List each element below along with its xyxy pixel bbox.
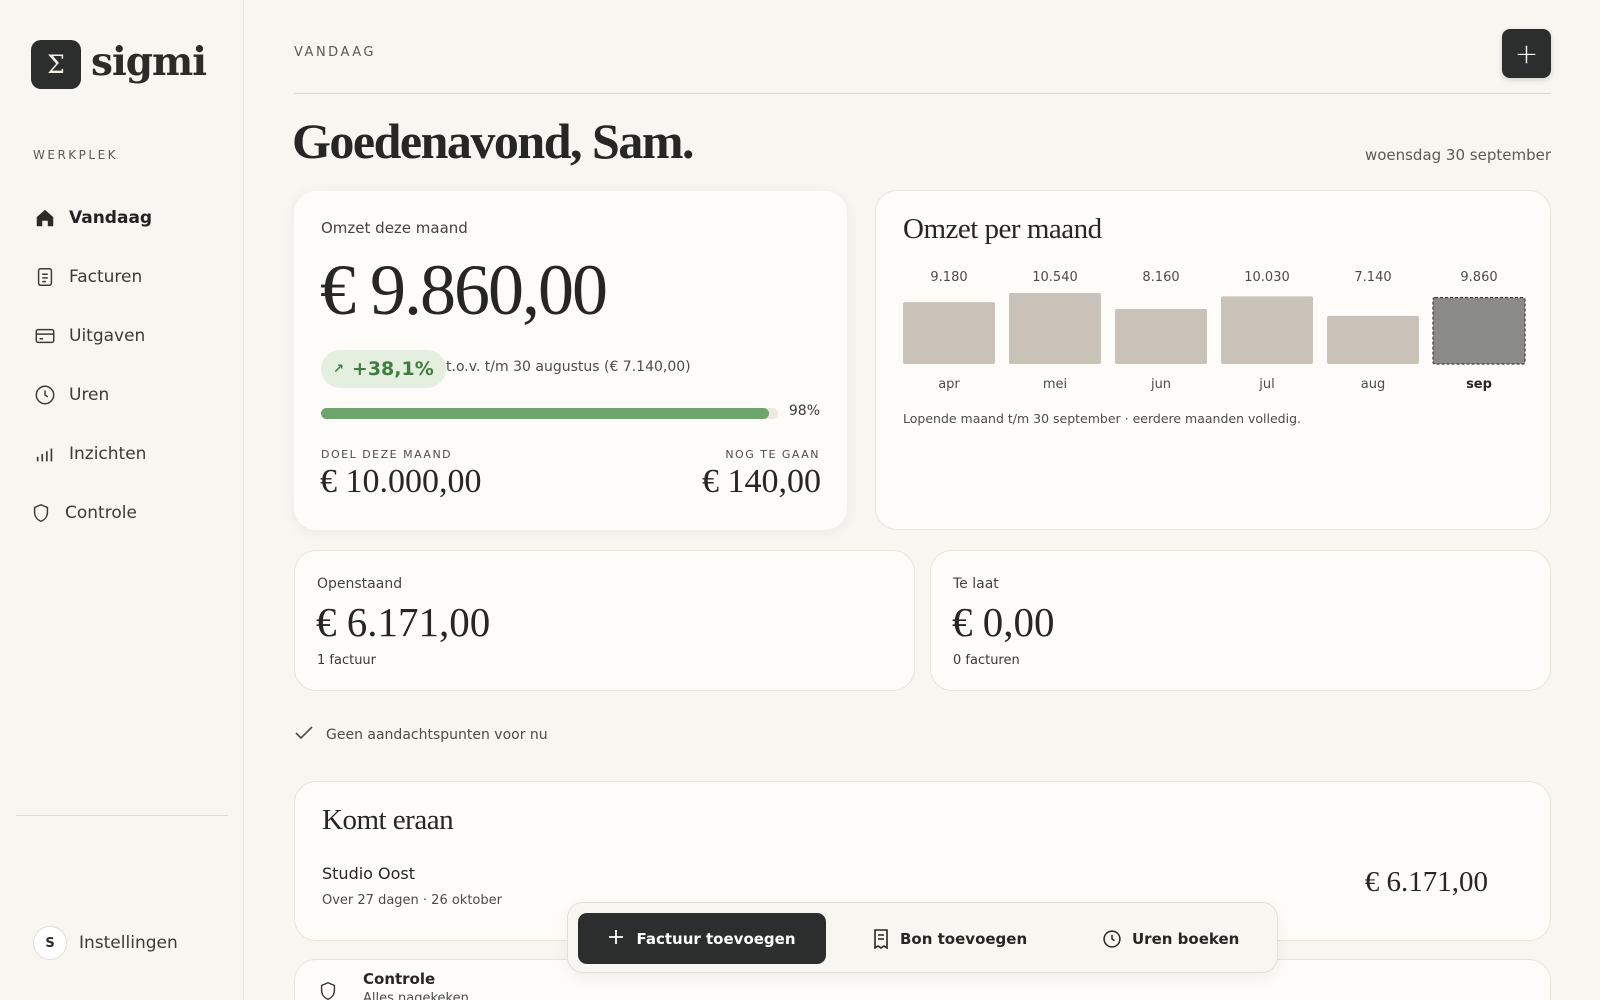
revenue-amount: € 9.860,00 xyxy=(320,250,608,330)
sidebar-item-label: Controle xyxy=(65,502,137,523)
shield-icon xyxy=(317,980,339,1000)
sidebar-heading: WERKPLEK xyxy=(33,148,119,162)
add-invoice-button[interactable]: Factuur toevoegen xyxy=(578,913,826,964)
sidebar-item-uren[interactable]: Uren xyxy=(33,365,233,424)
upcoming-amount: € 6.171,00 xyxy=(1364,866,1488,898)
bar-value-label: 10.540 xyxy=(1032,270,1078,285)
add-button[interactable]: + xyxy=(1502,29,1551,78)
logo[interactable]: Σ sigmi xyxy=(31,38,207,89)
revenue-title: Omzet deze maand xyxy=(321,219,468,237)
sidebar-item-inzichten[interactable]: Inzichten xyxy=(33,424,233,483)
x-tick-label: apr xyxy=(938,377,960,392)
sidebar: Σ sigmi WERKPLEK Vandaag Facturen Uitgav… xyxy=(0,0,244,1000)
plus-icon xyxy=(608,926,624,951)
bar-mei[interactable] xyxy=(1009,293,1101,364)
upcoming-title: Komt eraan xyxy=(322,804,454,836)
outstanding-count: 1 factuur xyxy=(317,653,377,668)
avatar: S xyxy=(33,926,67,960)
overdue-amount: € 0,00 xyxy=(952,599,1055,645)
sidebar-nav: Vandaag Facturen Uitgaven Uren Inzichten xyxy=(33,188,233,542)
goal-progress-fill xyxy=(321,408,769,419)
sidebar-item-label: Vandaag xyxy=(69,207,153,228)
sidebar-item-label: Uren xyxy=(69,384,110,405)
upcoming-client[interactable]: Studio Oost xyxy=(322,864,415,883)
sidebar-item-controle[interactable]: Controle xyxy=(33,483,233,542)
chart-note: Lopende maand t/m 30 september · eerdere… xyxy=(903,411,1301,426)
add-invoice-label: Factuur toevoegen xyxy=(636,929,796,948)
brand-name: sigmi xyxy=(91,38,207,85)
notice-text: Geen aandachtspunten voor nu xyxy=(326,727,548,743)
goal-label: DOEL DEZE MAAND xyxy=(321,448,453,461)
header-divider xyxy=(294,93,1551,94)
trend-up-icon: ↗ xyxy=(333,361,344,377)
x-tick-label: jul xyxy=(1258,377,1274,392)
outstanding-label: Openstaand xyxy=(317,576,403,592)
clock-icon xyxy=(33,383,57,407)
home-icon xyxy=(33,206,57,230)
monthly-revenue-card: Omzet per maand 9.180 apr 10.540 mei 8.160 ju… xyxy=(875,190,1551,530)
remaining-label: NOG TE GAAN xyxy=(725,448,820,461)
revenue-card: Omzet deze maand € 9.860,00 ↗ +38,1% t.o… xyxy=(294,191,847,530)
bar-apr[interactable] xyxy=(903,302,995,364)
add-receipt-label: Bon toevoegen xyxy=(900,929,1028,948)
quick-action-bar: Factuur toevoegen Bon toevoegen Uren boe… xyxy=(567,902,1278,973)
bar-chart-icon xyxy=(33,442,57,466)
bar-value-label: 9.860 xyxy=(1460,270,1497,285)
bar-value-label: 10.030 xyxy=(1244,270,1290,285)
add-receipt-button[interactable]: Bon toevoegen xyxy=(872,913,1027,964)
sidebar-item-label: Facturen xyxy=(69,266,143,287)
card-icon xyxy=(33,324,57,348)
settings-link[interactable]: S Instellingen xyxy=(33,926,178,960)
outstanding-card[interactable]: Openstaand € 6.171,00 1 factuur xyxy=(294,550,915,691)
bar-sep[interactable] xyxy=(1432,296,1526,365)
bar-jun[interactable] xyxy=(1115,309,1207,364)
bar-value-label: 9.180 xyxy=(930,270,967,285)
section-label: VANDAAG xyxy=(294,45,376,60)
sidebar-item-label: Uitgaven xyxy=(69,325,146,346)
remaining-amount: € 140,00 xyxy=(702,463,821,500)
bar-jul[interactable] xyxy=(1221,296,1313,364)
x-tick-label: sep xyxy=(1466,377,1492,392)
check-icon xyxy=(294,725,314,745)
x-tick-label: jun xyxy=(1150,377,1171,392)
sidebar-item-facturen[interactable]: Facturen xyxy=(33,247,233,306)
sidebar-item-uitgaven[interactable]: Uitgaven xyxy=(33,306,233,365)
sidebar-item-label: Inzichten xyxy=(69,443,147,464)
upcoming-meta: Over 27 dagen · 26 oktober xyxy=(322,893,502,908)
x-tick-label: aug xyxy=(1361,377,1385,392)
settings-label: Instellingen xyxy=(79,933,178,953)
comparison-note: t.o.v. t/m 30 augustus (€ 7.140,00) xyxy=(446,359,691,375)
monthly-revenue-chart: 9.180 apr 10.540 mei 8.160 jun 10.030 jul 7.140 a… xyxy=(903,270,1526,392)
document-icon xyxy=(33,265,57,289)
bar-value-label: 7.140 xyxy=(1354,270,1391,285)
sidebar-item-vandaag[interactable]: Vandaag xyxy=(33,188,233,247)
shield-icon xyxy=(29,501,53,525)
goal-progress-percent: 98% xyxy=(788,403,820,419)
attention-notice: Geen aandachtspunten voor nu xyxy=(294,725,548,745)
bar-value-label: 8.160 xyxy=(1142,270,1179,285)
overdue-label: Te laat xyxy=(953,576,999,592)
sigma-logo-icon: Σ xyxy=(31,40,81,89)
current-date: woensdag 30 september xyxy=(1364,146,1551,164)
sidebar-divider xyxy=(16,815,228,816)
x-tick-label: mei xyxy=(1043,377,1067,392)
outstanding-amount: € 6.171,00 xyxy=(316,599,491,645)
growth-badge: ↗ +38,1% xyxy=(321,350,446,388)
overdue-card[interactable]: Te laat € 0,00 0 facturen xyxy=(930,550,1551,691)
goal-amount: € 10.000,00 xyxy=(320,463,482,500)
log-hours-label: Uren boeken xyxy=(1132,929,1240,948)
log-hours-button[interactable]: Uren boeken xyxy=(1102,913,1239,964)
page-title: Goedenavond, Sam. xyxy=(292,113,694,169)
goal-progress-bar xyxy=(321,408,778,419)
overdue-count: 0 facturen xyxy=(953,653,1020,668)
growth-value: +38,1% xyxy=(351,358,434,380)
control-title: Controle xyxy=(363,970,436,988)
control-status: Alles nagekeken xyxy=(363,991,469,1000)
clock-icon xyxy=(1102,929,1122,949)
bar-aug[interactable] xyxy=(1327,315,1419,364)
receipt-icon xyxy=(872,928,890,949)
